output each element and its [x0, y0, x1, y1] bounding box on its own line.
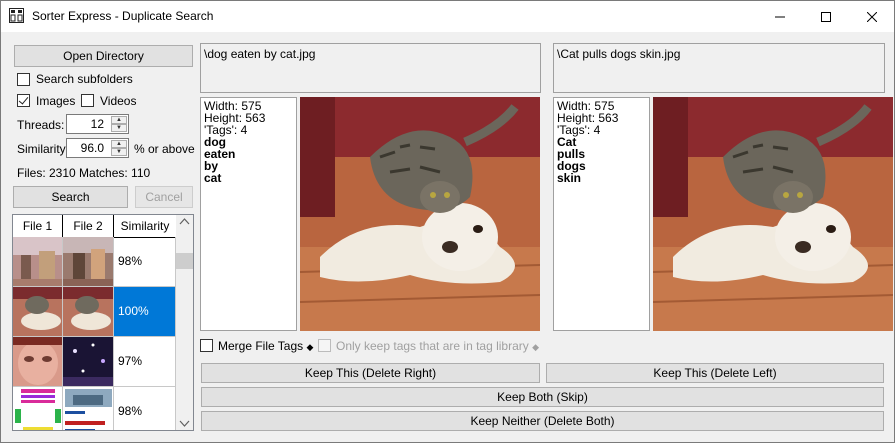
- only-keep-info-icon: ◆: [532, 342, 540, 352]
- maximize-button[interactable]: [803, 1, 849, 32]
- row1-file1-thumb: [13, 237, 63, 286]
- keep-neither-button[interactable]: Keep Neither (Delete Both): [201, 411, 884, 431]
- threads-label: Threads:: [17, 118, 65, 132]
- merge-file-tags-label: Merge File Tags ◆: [218, 339, 314, 353]
- left-image-preview: [300, 97, 540, 331]
- grid-header: File 1 File 2 Similarity: [13, 215, 176, 238]
- app-icon: [9, 8, 24, 23]
- close-button[interactable]: [849, 1, 895, 32]
- row2-file2-thumb: [63, 287, 114, 336]
- row4-file2-thumb: [63, 387, 114, 430]
- close-icon: [867, 11, 877, 22]
- merge-file-tags-checkbox[interactable]: [200, 339, 213, 352]
- app-window: Sorter Express - Duplicate Search Open D…: [0, 0, 895, 443]
- results-grid[interactable]: File 1 File 2 Similarity 98% 100% 97% 98…: [12, 214, 194, 431]
- only-keep-tags-checkbox[interactable]: [318, 339, 331, 352]
- videos-label: Videos: [100, 94, 137, 108]
- left-file-path: \dog eaten by cat.jpg: [200, 43, 541, 93]
- search-subfolders-checkbox[interactable]: [17, 73, 30, 86]
- scroll-thumb: [176, 253, 193, 269]
- similarity-stepper[interactable]: 96.0 ▲ ▼: [66, 138, 129, 158]
- table-row[interactable]: 98%: [13, 387, 176, 430]
- similarity-suffix: % or above: [134, 142, 195, 156]
- open-directory-button[interactable]: Open Directory: [14, 45, 193, 67]
- images-label: Images: [36, 94, 76, 108]
- table-row[interactable]: 98%: [13, 237, 176, 287]
- left-info-panel: Width: 575 Height: 563 'Tags': 4 dog eat…: [200, 97, 297, 331]
- right-image-preview: [653, 97, 893, 331]
- images-checkbox[interactable]: [17, 94, 30, 107]
- row2-similarity: 100%: [114, 287, 176, 336]
- header-similarity[interactable]: Similarity: [114, 215, 176, 237]
- only-keep-tags-label: Only keep tags that are in tag library ◆: [336, 339, 540, 353]
- right-file-path: \Cat pulls dogs skin.jpg: [553, 43, 885, 93]
- merge-info-icon: ◆: [306, 342, 314, 352]
- title-bar: Sorter Express - Duplicate Search: [1, 1, 894, 32]
- row4-file1-thumb: [13, 387, 63, 430]
- minimize-button[interactable]: [757, 1, 803, 32]
- right-tag: skin: [557, 171, 582, 185]
- similarity-down-icon[interactable]: ▼: [111, 148, 127, 156]
- search-button[interactable]: Search: [13, 186, 128, 208]
- grid-scrollbar[interactable]: [176, 215, 193, 430]
- keep-right-button[interactable]: Keep This (Delete Left): [546, 363, 884, 383]
- threads-value: 12: [90, 117, 104, 131]
- header-file1[interactable]: File 1: [13, 215, 63, 237]
- similarity-up-icon[interactable]: ▲: [111, 140, 127, 148]
- videos-checkbox[interactable]: [81, 94, 94, 107]
- left-tag: cat: [204, 171, 222, 185]
- scroll-up-icon: [179, 218, 190, 225]
- row3-similarity: 97%: [114, 337, 176, 386]
- row4-similarity: 98%: [114, 387, 176, 430]
- row3-file2-thumb: [63, 337, 114, 386]
- threads-down-icon[interactable]: ▼: [111, 124, 127, 132]
- header-file2[interactable]: File 2: [63, 215, 114, 237]
- right-info-panel: Width: 575 Height: 563 'Tags': 4 Cat pul…: [553, 97, 650, 331]
- similarity-value: 96.0: [80, 141, 104, 155]
- table-row-selected[interactable]: 100%: [13, 287, 176, 337]
- minimize-icon: [775, 16, 785, 17]
- maximize-icon: [821, 11, 831, 22]
- row1-file2-thumb: [63, 237, 114, 286]
- threads-up-icon[interactable]: ▲: [111, 116, 127, 124]
- keep-left-button[interactable]: Keep This (Delete Right): [201, 363, 540, 383]
- window-title: Sorter Express - Duplicate Search: [32, 9, 214, 23]
- scroll-down-icon: [179, 420, 190, 427]
- row3-file1-thumb: [13, 337, 63, 386]
- row2-file1-thumb: [13, 287, 63, 336]
- row1-similarity: 98%: [114, 237, 176, 286]
- table-row[interactable]: 97%: [13, 337, 176, 387]
- search-subfolders-label: Search subfolders: [36, 72, 133, 86]
- cancel-button[interactable]: Cancel: [135, 186, 193, 208]
- threads-stepper[interactable]: 12 ▲ ▼: [66, 114, 129, 134]
- keep-both-button[interactable]: Keep Both (Skip): [201, 387, 884, 407]
- stats-text: Files: 2310 Matches: 110: [17, 166, 151, 180]
- similarity-label: Similarity:: [17, 142, 70, 156]
